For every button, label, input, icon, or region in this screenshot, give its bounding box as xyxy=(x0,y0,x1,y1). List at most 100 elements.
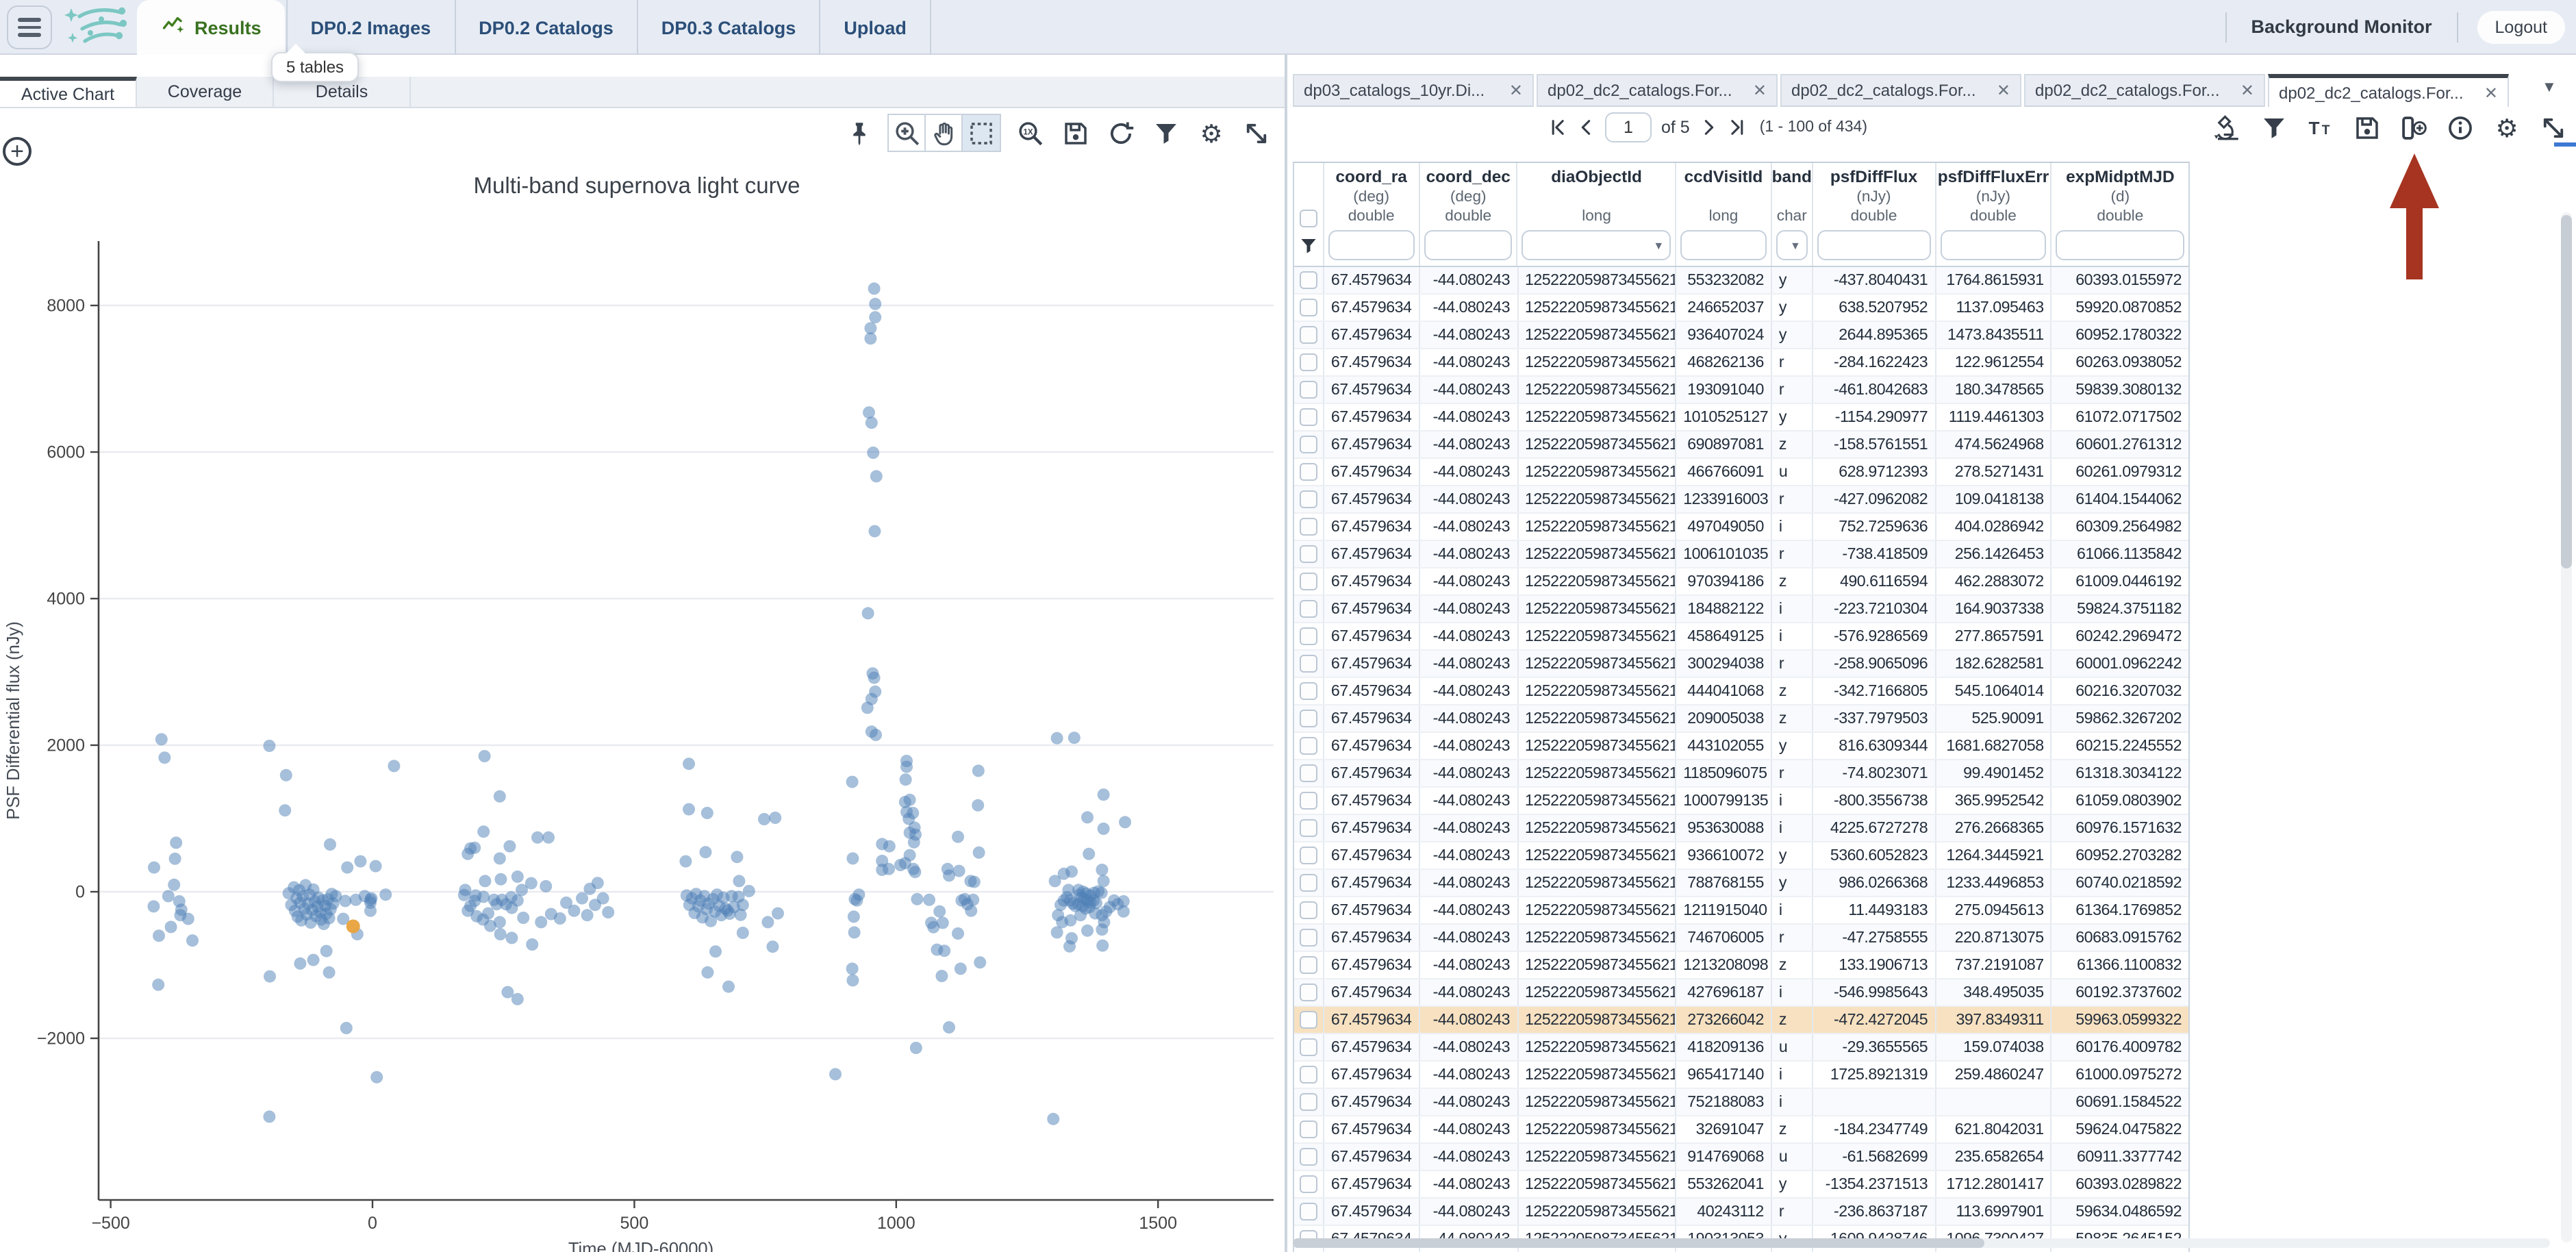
nav-tab-dp0-3-catalogs[interactable]: DP0.3 Catalogs xyxy=(638,0,821,55)
text-view-icon[interactable]: TT xyxy=(2305,111,2335,144)
close-tab-icon[interactable]: ✕ xyxy=(2234,81,2254,100)
table-row[interactable]: 67.4579634 -44.080243 125222059873455621… xyxy=(1294,1034,2188,1062)
chart-subtab-active-chart[interactable]: Active Chart xyxy=(0,77,137,107)
table-row[interactable]: 67.4579634 -44.080243 125222059873455621… xyxy=(1294,788,2188,815)
column-header-coord_dec[interactable]: coord_dec (deg) double xyxy=(1419,163,1518,266)
table-row[interactable]: 67.4579634 -44.080243 125222059873455621… xyxy=(1294,870,2188,897)
row-checkbox[interactable] xyxy=(1300,874,1317,892)
table-row[interactable]: 67.4579634 -44.080243 125222059873455621… xyxy=(1294,459,2188,486)
table-row[interactable]: 67.4579634 -44.080243 125222059873455621… xyxy=(1294,705,2188,733)
nav-tab-dp0-2-catalogs[interactable]: DP0.2 Catalogs xyxy=(455,0,638,55)
row-checkbox[interactable] xyxy=(1300,518,1317,536)
row-checkbox[interactable] xyxy=(1300,381,1317,399)
table-row[interactable]: 67.4579634 -44.080243 125222059873455621… xyxy=(1294,1144,2188,1171)
column-header-psfDiffFluxErr[interactable]: psfDiffFluxErr (nJy) double xyxy=(1936,163,2051,266)
close-tab-icon[interactable]: ✕ xyxy=(1502,81,1523,100)
table-row[interactable]: 67.4579634 -44.080243 125222059873455621… xyxy=(1294,486,2188,514)
row-checkbox[interactable] xyxy=(1300,819,1317,837)
row-checkbox[interactable] xyxy=(1300,1203,1317,1220)
next-page-button[interactable] xyxy=(1700,118,1719,137)
table-row[interactable]: 67.4579634 -44.080243 125222059873455621… xyxy=(1294,1116,2188,1144)
row-checkbox[interactable] xyxy=(1300,627,1317,645)
column-header-diaObjectId[interactable]: diaObjectId long ▼ xyxy=(1518,163,1676,266)
row-checkbox[interactable] xyxy=(1300,847,1317,864)
table-row[interactable]: 67.4579634 -44.080243 125222059873455621… xyxy=(1294,431,2188,459)
table-row[interactable]: 67.4579634 -44.080243 125222059873455621… xyxy=(1294,623,2188,651)
table-tab-1[interactable]: dp02_dc2_catalogs.For...✕ xyxy=(1537,74,1778,107)
table-row[interactable]: 67.4579634 -44.080243 125222059873455621… xyxy=(1294,267,2188,295)
table-row[interactable]: 67.4579634 -44.080243 125222059873455621… xyxy=(1294,1089,2188,1116)
inspect-icon[interactable] xyxy=(2212,111,2242,144)
settings-icon[interactable]: ⚙ xyxy=(2491,111,2521,144)
row-checkbox[interactable] xyxy=(1300,299,1317,316)
table-row[interactable]: 67.4579634 -44.080243 125222059873455621… xyxy=(1294,349,2188,377)
table-row[interactable]: 67.4579634 -44.080243 125222059873455621… xyxy=(1294,1171,2188,1199)
filter-toggle-icon[interactable] xyxy=(1298,236,1319,263)
table-row[interactable]: 67.4579634 -44.080243 125222059873455621… xyxy=(1294,322,2188,349)
row-checkbox[interactable] xyxy=(1300,737,1317,755)
column-header-coord_ra[interactable]: coord_ra (deg) double xyxy=(1324,163,1420,266)
row-checkbox[interactable] xyxy=(1300,1066,1317,1084)
row-checkbox[interactable] xyxy=(1300,1148,1317,1166)
table-tab-0[interactable]: dp03_catalogs_10yr.Di...✕ xyxy=(1293,74,1534,107)
row-checkbox[interactable] xyxy=(1300,1093,1317,1111)
filter-input-coord_ra[interactable] xyxy=(1328,230,1415,260)
table-row[interactable]: 67.4579634 -44.080243 125222059873455621… xyxy=(1294,541,2188,568)
close-tab-icon[interactable]: ✕ xyxy=(1746,81,1767,100)
table-tab-4[interactable]: dp02_dc2_catalogs.For...✕ xyxy=(2268,74,2509,107)
nav-tab-dp0-2-images[interactable]: DP0.2 Images xyxy=(286,0,456,55)
row-checkbox[interactable] xyxy=(1300,490,1317,508)
info-icon[interactable] xyxy=(2445,111,2475,144)
filter-input-ccdVisitId[interactable] xyxy=(1680,230,1767,260)
row-checkbox[interactable] xyxy=(1300,1011,1317,1029)
table-row[interactable]: 67.4579634 -44.080243 125222059873455621… xyxy=(1294,514,2188,541)
table-row[interactable]: 67.4579634 -44.080243 125222059873455621… xyxy=(1294,733,2188,760)
row-checkbox[interactable] xyxy=(1300,929,1317,947)
table-row[interactable]: 67.4579634 -44.080243 125222059873455621… xyxy=(1294,678,2188,705)
row-checkbox[interactable] xyxy=(1300,463,1317,481)
row-checkbox[interactable] xyxy=(1300,271,1317,289)
row-checkbox[interactable] xyxy=(1300,1120,1317,1138)
filter-input-coord_dec[interactable] xyxy=(1424,230,1513,260)
page-number-input[interactable] xyxy=(1605,112,1652,142)
table-row[interactable]: 67.4579634 -44.080243 125222059873455621… xyxy=(1294,897,2188,925)
table-row[interactable]: 67.4579634 -44.080243 125222059873455621… xyxy=(1294,925,2188,952)
chart-canvas[interactable]: −200002000400060008000−500050010001500Mu… xyxy=(0,108,1285,1252)
row-checkbox[interactable] xyxy=(1300,682,1317,700)
filter-input-psfDiffFlux[interactable] xyxy=(1817,230,1930,260)
close-tab-icon[interactable]: ✕ xyxy=(1990,81,2010,100)
horizontal-scrollbar[interactable] xyxy=(1293,1238,2550,1248)
table-row[interactable]: 67.4579634 -44.080243 125222059873455621… xyxy=(1294,760,2188,788)
table-row[interactable]: 67.4579634 -44.080243 125222059873455621… xyxy=(1294,842,2188,870)
table-row[interactable]: 67.4579634 -44.080243 125222059873455621… xyxy=(1294,815,2188,842)
table-row[interactable]: 67.4579634 -44.080243 125222059873455621… xyxy=(1294,952,2188,979)
table-row[interactable]: 67.4579634 -44.080243 125222059873455621… xyxy=(1294,1062,2188,1089)
filter-input-expMidptMJD[interactable] xyxy=(2056,230,2184,260)
save-icon[interactable] xyxy=(2351,111,2382,144)
filter-input-psfDiffFluxErr[interactable] xyxy=(1940,230,2046,260)
row-checkbox[interactable] xyxy=(1300,600,1317,618)
row-checkbox[interactable] xyxy=(1300,573,1317,590)
prev-page-button[interactable] xyxy=(1576,118,1595,137)
filter-input-diaObjectId[interactable] xyxy=(1522,230,1671,260)
column-header-band[interactable]: band char ▼ xyxy=(1772,163,1813,266)
horizontal-scrollbar-thumb[interactable] xyxy=(1293,1238,1984,1248)
row-checkbox[interactable] xyxy=(1300,901,1317,919)
column-header-expMidptMJD[interactable]: expMidptMJD (d) double xyxy=(2052,163,2188,266)
first-page-button[interactable] xyxy=(1548,118,1567,137)
hamburger-menu-button[interactable] xyxy=(7,5,52,49)
vertical-scrollbar-thumb[interactable] xyxy=(2561,215,2572,568)
add-column-icon[interactable] xyxy=(2398,111,2428,144)
row-checkbox[interactable] xyxy=(1300,984,1317,1001)
tab-overflow-icon[interactable]: ▼ xyxy=(2542,79,2557,96)
column-header-ccdVisitId[interactable]: ccdVisitId long xyxy=(1676,163,1772,266)
expand-icon[interactable] xyxy=(2538,111,2568,144)
filter-icon[interactable] xyxy=(2258,111,2288,144)
row-checkbox[interactable] xyxy=(1300,436,1317,453)
row-checkbox[interactable] xyxy=(1300,408,1317,426)
row-checkbox[interactable] xyxy=(1300,764,1317,782)
row-checkbox[interactable] xyxy=(1300,792,1317,810)
nav-tab-results[interactable]: Results xyxy=(137,0,285,55)
nav-tab-upload[interactable]: Upload xyxy=(820,0,931,55)
last-page-button[interactable] xyxy=(1728,118,1747,137)
